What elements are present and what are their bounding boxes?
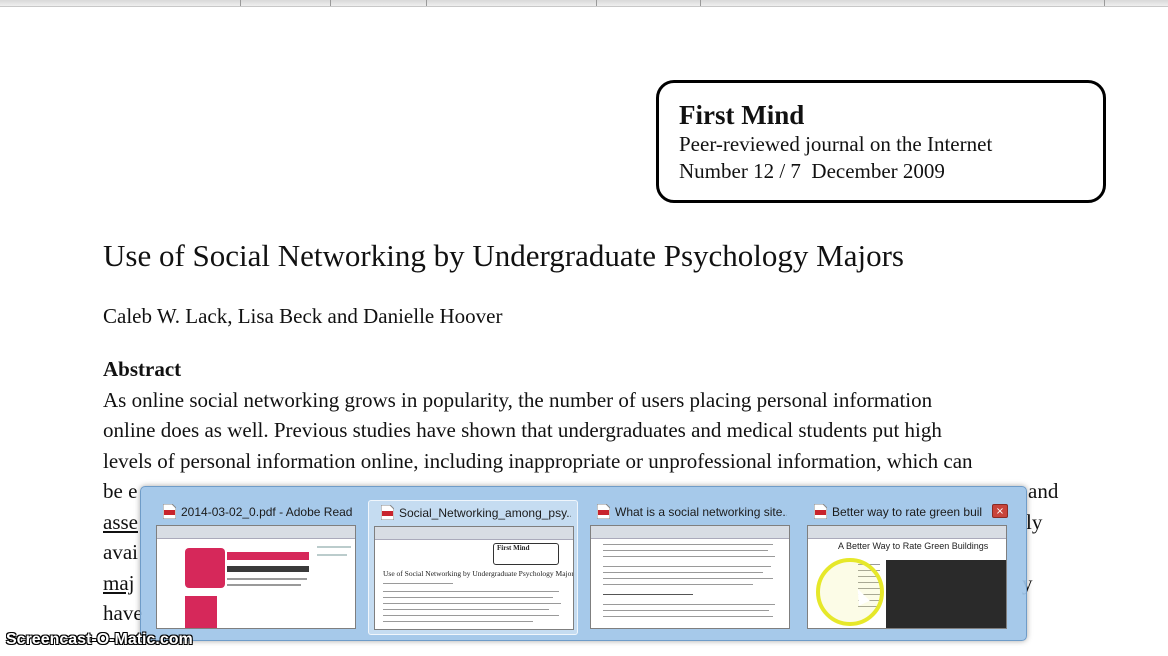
thumbnail-title: 2014-03-02_0.pdf - Adobe Reader — [181, 505, 353, 519]
abstract-line: and — [1028, 479, 1059, 503]
pdf-icon — [163, 504, 176, 519]
thumbnail-title: Social_Networking_among_psy... — [399, 506, 571, 520]
paper-authors: Caleb W. Lack, Lisa Beck and Danielle Ho… — [103, 304, 503, 328]
cursor-highlight — [816, 558, 884, 626]
abstract-line: be e — [103, 479, 138, 503]
journal-subtitle: Peer-reviewed journal on the Internet — [679, 132, 993, 156]
journal-issue: Number 12 / 7 December 2009 — [679, 159, 945, 183]
pdf-icon — [381, 505, 394, 520]
journal-name: First Mind — [679, 100, 805, 130]
abstract-line: levels of personal information online, i… — [103, 449, 973, 473]
abstract-line: As online social networking grows in pop… — [103, 388, 933, 412]
thumbnail-social-networking[interactable]: Social_Networking_among_psy... First Min… — [368, 500, 578, 635]
preview-heading: Use of Social Networking by Undergraduat… — [383, 569, 574, 578]
taskbar-thumbnail-popup: 2014-03-02_0.pdf - Adobe Reader Social_N… — [140, 486, 1027, 641]
paper-title: Use of Social Networking by Undergraduat… — [103, 238, 904, 273]
pdf-icon — [814, 504, 827, 519]
journal-info-box: First Mind Peer-reviewed journal on the … — [656, 80, 1106, 203]
top-window-strip — [0, 0, 1168, 7]
abstract-fragment: have — [103, 601, 143, 625]
close-button[interactable]: × — [992, 504, 1008, 518]
pdf-icon — [597, 504, 610, 519]
window-preview: First Mind Use of Social Networking by U… — [374, 526, 574, 630]
abstract-fragment: maj — [103, 571, 135, 595]
thumbnail-title: What is a social networking site.... — [615, 505, 787, 519]
thumbnail-title: Better way to rate green buil... — [832, 505, 982, 519]
abstract-heading: Abstract — [103, 357, 182, 381]
thumbnail-social-networking-site[interactable]: What is a social networking site.... — [585, 500, 795, 635]
preview-heading: A Better Way to Rate Green Buildings — [838, 541, 989, 551]
thumbnail-adobe-reader[interactable]: 2014-03-02_0.pdf - Adobe Reader — [151, 500, 361, 635]
window-preview — [156, 525, 356, 629]
abstract-line: online does as well. Previous studies ha… — [103, 418, 942, 442]
abstract-fragment: ly — [1026, 510, 1043, 534]
abstract-fragment: asse — [103, 510, 138, 534]
abstract-fragment: avai — [103, 540, 138, 564]
watermark: Screencast-O-Matic.com — [6, 631, 193, 648]
preview-box-title: First Mind — [497, 544, 530, 552]
window-preview — [590, 525, 790, 629]
